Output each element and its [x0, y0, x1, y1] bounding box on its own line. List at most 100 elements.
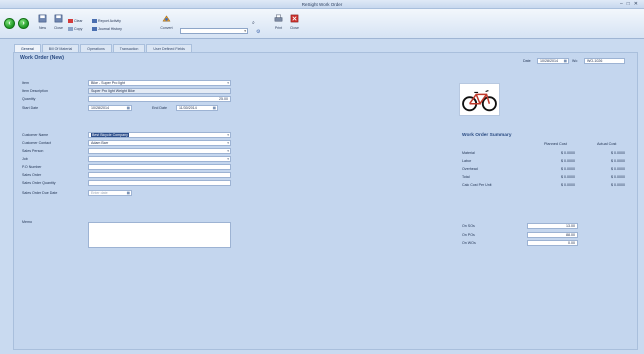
item-description-value: Super Pro light Weight Bike: [91, 89, 135, 93]
quantity-value: 25.00: [219, 97, 228, 101]
bicycle-icon: [462, 90, 497, 112]
new-button[interactable]: New: [36, 14, 49, 30]
maximize-button[interactable]: □: [627, 1, 630, 7]
calendar-icon[interactable]: ▦: [127, 106, 130, 110]
summary-planned-value: $ 0.0000: [561, 175, 575, 179]
sales-order-quantity-field[interactable]: [88, 180, 231, 186]
journal-icon: [92, 27, 97, 31]
copy-icon: [68, 27, 73, 31]
copy-button[interactable]: Copy: [68, 27, 82, 31]
on-wos-value: 0.00: [568, 241, 575, 245]
save-close-icon: [54, 14, 63, 23]
printer-icon: [274, 14, 283, 22]
on-pos-value: 88.00: [566, 233, 575, 237]
calendar-icon[interactable]: ▦: [127, 191, 130, 195]
close-form-button[interactable]: Close: [288, 14, 301, 30]
tab-user-defined-fields[interactable]: User Defined Fields: [146, 44, 192, 52]
sales-order-due-date-label: Sales Order Due Date: [22, 191, 58, 195]
close-form-label: Close: [290, 26, 299, 30]
settings-button[interactable]: ⚙: [256, 29, 260, 35]
quantity-field[interactable]: 25.00: [88, 96, 231, 102]
sales-order-label: Sales Order: [22, 173, 42, 177]
convert-button[interactable]: Convert: [160, 14, 173, 30]
summary-row-label: Material: [462, 151, 475, 155]
status-bar: [0, 350, 644, 354]
calendar-icon[interactable]: ▦: [213, 106, 216, 110]
wo-number-label: Wo: [572, 59, 578, 63]
summary-row-label: Calc Cost Per Unit: [462, 183, 492, 187]
start-date-field[interactable]: 10/28/2014 ▦: [88, 105, 132, 111]
po-number-label: P.O Number: [22, 165, 42, 169]
journal-history-label: Journal History: [98, 27, 122, 31]
sales-order-field[interactable]: [88, 172, 231, 178]
date-value: 10/28/2014: [540, 59, 558, 63]
sales-order-due-date-field[interactable]: Enter date ▦: [88, 190, 132, 196]
end-date-label: End Date: [152, 106, 167, 110]
summary-actual-value: $ 0.0000: [611, 167, 625, 171]
search-button[interactable]: ⌕: [252, 20, 255, 26]
title-bar: ReSight Work Order – □ ✕: [0, 0, 644, 9]
new-label: New: [38, 26, 46, 30]
clear-icon: [68, 19, 73, 23]
sales-person-select[interactable]: ▾: [88, 148, 231, 154]
summary-planned-value: $ 0.0000: [561, 159, 575, 163]
tab-general[interactable]: General: [14, 44, 41, 52]
tab-bill-of-material[interactable]: Bill Of Material: [41, 44, 80, 52]
clear-button[interactable]: Clear: [68, 19, 83, 23]
close-window-button[interactable]: ✕: [634, 1, 638, 7]
tab-operations[interactable]: Operations: [80, 44, 112, 52]
on-pos-label: On POs: [462, 233, 475, 237]
job-select[interactable]: ▾: [88, 156, 231, 162]
customer-name-select[interactable]: Best Bicycle Company ▾: [88, 132, 231, 138]
summary-planned-value: $ 0.0000: [561, 167, 575, 171]
chevron-down-icon: ▾: [227, 149, 229, 153]
search-icon: ⌕: [252, 20, 255, 26]
po-number-field[interactable]: [88, 164, 231, 170]
start-date-label: Start Date: [22, 106, 39, 110]
date-field[interactable]: 10/28/2014 ▦: [537, 58, 569, 64]
actual-cost-header: Actual Cost: [597, 142, 617, 146]
end-date-value: 11/30/2014: [179, 106, 197, 110]
customer-contact-value: Adam Barr: [91, 141, 109, 145]
summary-actual-value: $ 0.0000: [611, 175, 625, 179]
ribbon-toolbar: ‹ › New Close Clear Copy Report Activity…: [0, 9, 644, 39]
report-icon: [92, 19, 97, 23]
ribbon-dropdown[interactable]: ▾: [180, 28, 248, 34]
summary-planned-value: $ 0.0000: [561, 183, 575, 187]
customer-contact-select[interactable]: Adam Barr ▾: [88, 140, 231, 146]
copy-label: Copy: [74, 27, 83, 31]
page-title: Work Order (New): [20, 55, 65, 61]
wo-number-value: WO-1026: [587, 59, 603, 63]
quantity-label: Quantity: [22, 97, 36, 101]
report-activity-button[interactable]: Report Activity: [92, 19, 121, 23]
wo-number-field[interactable]: WO-1026: [584, 58, 625, 64]
item-select[interactable]: Bike - Super Pro light ▾: [88, 80, 231, 86]
journal-history-button[interactable]: Journal History: [92, 27, 122, 31]
forward-button[interactable]: ›: [18, 18, 29, 29]
print-label: Print: [274, 26, 283, 30]
minimize-button[interactable]: –: [620, 1, 623, 7]
chevron-down-icon: ▾: [227, 157, 229, 161]
date-label: Date: [523, 59, 531, 63]
on-wos-field: 0.00: [527, 240, 578, 246]
summary-row-label: Total: [462, 175, 470, 179]
tab-transaction[interactable]: Transaction: [112, 44, 146, 52]
end-date-field[interactable]: 11/30/2014 ▦: [176, 105, 218, 111]
calendar-icon[interactable]: ▦: [564, 59, 567, 63]
gear-icon: ⚙: [256, 29, 261, 35]
close-icon: [290, 14, 299, 23]
on-sos-value: 13.00: [566, 224, 575, 228]
start-date-value: 10/28/2014: [91, 106, 109, 110]
on-sos-label: On SOs: [462, 224, 475, 228]
memo-label: Memo: [22, 220, 32, 224]
convert-icon: [162, 15, 171, 22]
back-button[interactable]: ‹: [4, 18, 15, 29]
customer-name-label: Customer Name: [22, 133, 49, 137]
chevron-down-icon: ▾: [227, 141, 229, 145]
on-sos-field: 13.00: [527, 223, 578, 229]
tab-strip: General Bill Of Material Operations Tran…: [14, 44, 193, 52]
print-button[interactable]: Print: [272, 14, 285, 30]
close-button[interactable]: Close: [52, 14, 65, 30]
summary-title: Work Order Summary: [462, 133, 512, 138]
memo-textarea[interactable]: [88, 222, 231, 248]
